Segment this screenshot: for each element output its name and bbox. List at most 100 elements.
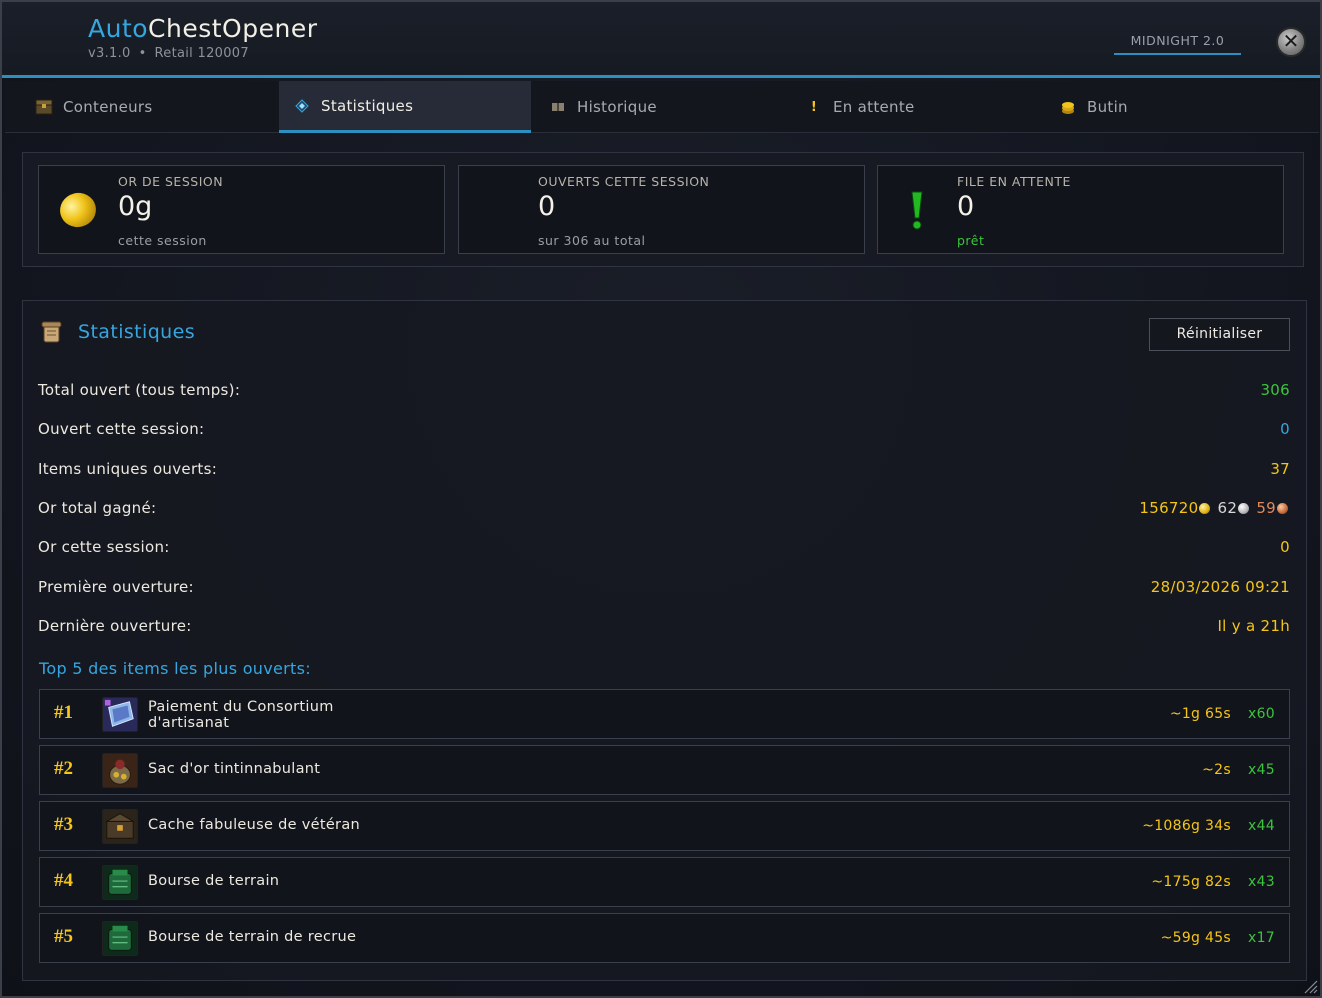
- stat-label: Or cette session:: [38, 538, 170, 556]
- stat-value-money: 156720 62 59: [1139, 499, 1290, 517]
- tab-bar: Conteneurs Statistiques Historique ! En …: [5, 81, 1319, 133]
- stat-row-total-gold: Or total gagné: 156720 62 59: [38, 499, 1290, 521]
- stat-value: 0: [1280, 420, 1290, 438]
- gold-coin-icon: [56, 188, 100, 232]
- stat-row-unique-items: Items uniques ouverts: 37: [38, 460, 1290, 482]
- copper-amount: 59: [1256, 499, 1276, 517]
- stat-label: Total ouvert (tous temps):: [38, 381, 241, 399]
- top-item-row[interactable]: #3 Cache fabuleuse de vétéran ~1086g 34s…: [39, 801, 1290, 851]
- item-count: x44: [1248, 818, 1275, 834]
- tab-label: En attente: [833, 98, 915, 116]
- top-item-row[interactable]: #1 Paiement du Consortium d'artisanat ~1…: [39, 689, 1290, 739]
- silver-amount: 62: [1217, 499, 1238, 517]
- expansion-badge[interactable]: MIDNIGHT 2.0: [1114, 31, 1241, 55]
- stat-value: 37: [1270, 460, 1290, 478]
- rank-label: #1: [54, 702, 73, 723]
- card-sub: cette session: [118, 233, 207, 248]
- scroll-icon: [41, 321, 62, 343]
- session-opened-card: OUVERTS CETTE SESSION 0 sur 306 au total: [458, 165, 865, 254]
- session-gold-card: OR DE SESSION 0g cette session: [38, 165, 445, 254]
- field-purse-icon: [102, 865, 138, 900]
- app-subtitle: v3.1.0 • Retail 120007: [88, 46, 249, 61]
- stat-label: Or total gagné:: [38, 499, 157, 517]
- tab-butin[interactable]: Butin: [1039, 81, 1319, 133]
- build-text: Retail 120007: [154, 46, 249, 61]
- recruit-purse-icon: [102, 921, 138, 956]
- gold-amount: 156720: [1139, 499, 1199, 517]
- item-name: Bourse de terrain: [148, 873, 280, 889]
- stat-value: 306: [1260, 381, 1290, 399]
- resize-grip-icon[interactable]: [1302, 978, 1318, 994]
- item-count: x45: [1248, 762, 1275, 778]
- app-title-rest: ChestOpener: [148, 14, 318, 43]
- card-value: 0: [957, 191, 975, 222]
- tab-statistiques[interactable]: Statistiques: [279, 81, 531, 133]
- copper-coin-icon: [1277, 503, 1288, 514]
- stat-row-first-opening: Première ouverture: 28/03/2026 09:21: [38, 578, 1290, 600]
- top-item-row[interactable]: #2 Sac d'or tintinnabulant ~2s x45: [39, 745, 1290, 795]
- tab-label: Historique: [577, 98, 657, 116]
- silver-coin-icon: [1238, 503, 1250, 514]
- tab-conteneurs[interactable]: Conteneurs: [5, 81, 279, 133]
- stat-label: Items uniques ouverts:: [38, 460, 218, 478]
- stat-row-session-opened: Ouvert cette session: 0: [38, 420, 1290, 442]
- item-count: x17: [1248, 930, 1275, 946]
- item-name: Bourse de terrain de recrue: [148, 929, 357, 945]
- statistics-panel: Statistiques Réinitialiser Total ouvert …: [22, 300, 1307, 981]
- book-icon: [549, 98, 567, 116]
- gold-sack-icon: [102, 753, 138, 788]
- card-value: 0g: [118, 191, 153, 222]
- exclamation-icon: !: [810, 99, 818, 115]
- card-label: OR DE SESSION: [118, 174, 224, 189]
- stat-label: Ouvert cette session:: [38, 420, 205, 438]
- top-item-row[interactable]: #4 Bourse de terrain ~175g 82s x43: [39, 857, 1290, 907]
- card-label: OUVERTS CETTE SESSION: [538, 174, 710, 189]
- diamond-icon: [293, 97, 311, 115]
- separator-dot: •: [138, 46, 147, 61]
- veteran-cache-icon: [102, 809, 138, 844]
- item-price: ~2s: [1202, 762, 1231, 778]
- tab-label: Conteneurs: [63, 98, 153, 116]
- card-sub: prêt: [957, 233, 985, 248]
- stat-value: Il y a 21h: [1217, 617, 1290, 635]
- stat-label: Dernière ouverture:: [38, 617, 192, 635]
- app-title: AutoChestOpener: [88, 14, 318, 43]
- card-value: 0: [538, 191, 556, 222]
- item-price: ~175g 82s: [1151, 874, 1231, 890]
- rank-label: #4: [54, 870, 73, 891]
- tab-historique[interactable]: Historique: [531, 81, 787, 133]
- gold-coin-icon: [1199, 503, 1211, 514]
- summary-panel: OR DE SESSION 0g cette session OUVERTS C…: [22, 152, 1304, 267]
- card-sub: sur 306 au total: [538, 233, 646, 248]
- tab-label: Statistiques: [321, 96, 414, 115]
- rank-label: #5: [54, 926, 73, 947]
- tab-en-attente[interactable]: ! En attente: [787, 81, 1039, 133]
- addon-window: AutoChestOpener v3.1.0 • Retail 120007 MID…: [0, 0, 1322, 998]
- rank-label: #2: [54, 758, 73, 779]
- reset-button[interactable]: Réinitialiser: [1149, 318, 1290, 351]
- coins-icon: [1059, 98, 1077, 116]
- app-title-accent: Auto: [88, 14, 149, 43]
- stat-label: Première ouverture:: [38, 578, 194, 596]
- consortium-payment-icon: [102, 697, 138, 732]
- item-price: ~1086g 34s: [1142, 818, 1231, 834]
- item-count: x43: [1248, 874, 1275, 890]
- stat-row-last-opening: Dernière ouverture: Il y a 21h: [38, 617, 1290, 639]
- close-icon: ✕: [1282, 29, 1300, 53]
- item-name: Cache fabuleuse de vétéran: [148, 817, 360, 833]
- window-header[interactable]: AutoChestOpener v3.1.0 • Retail 120007 MID…: [2, 2, 1320, 78]
- item-name: Paiement du Consortium d'artisanat: [148, 699, 334, 731]
- exclamation-icon: [911, 191, 923, 230]
- rank-label: #3: [54, 814, 73, 835]
- chest-icon: [35, 98, 53, 116]
- top-item-row[interactable]: #5 Bourse de terrain de recrue ~59g 45s …: [39, 913, 1290, 963]
- top-items-title: Top 5 des items les plus ouverts:: [39, 659, 311, 678]
- stat-row-total-opened: Total ouvert (tous temps): 306: [38, 381, 1290, 403]
- item-price: ~59g 45s: [1160, 930, 1231, 946]
- statistics-title: Statistiques: [78, 321, 196, 343]
- item-count: x60: [1248, 706, 1275, 722]
- close-button[interactable]: ✕: [1276, 27, 1306, 57]
- stat-row-session-gold: Or cette session: 0: [38, 538, 1290, 560]
- item-price: ~1g 65s: [1169, 706, 1231, 722]
- stat-value: 28/03/2026 09:21: [1150, 578, 1290, 596]
